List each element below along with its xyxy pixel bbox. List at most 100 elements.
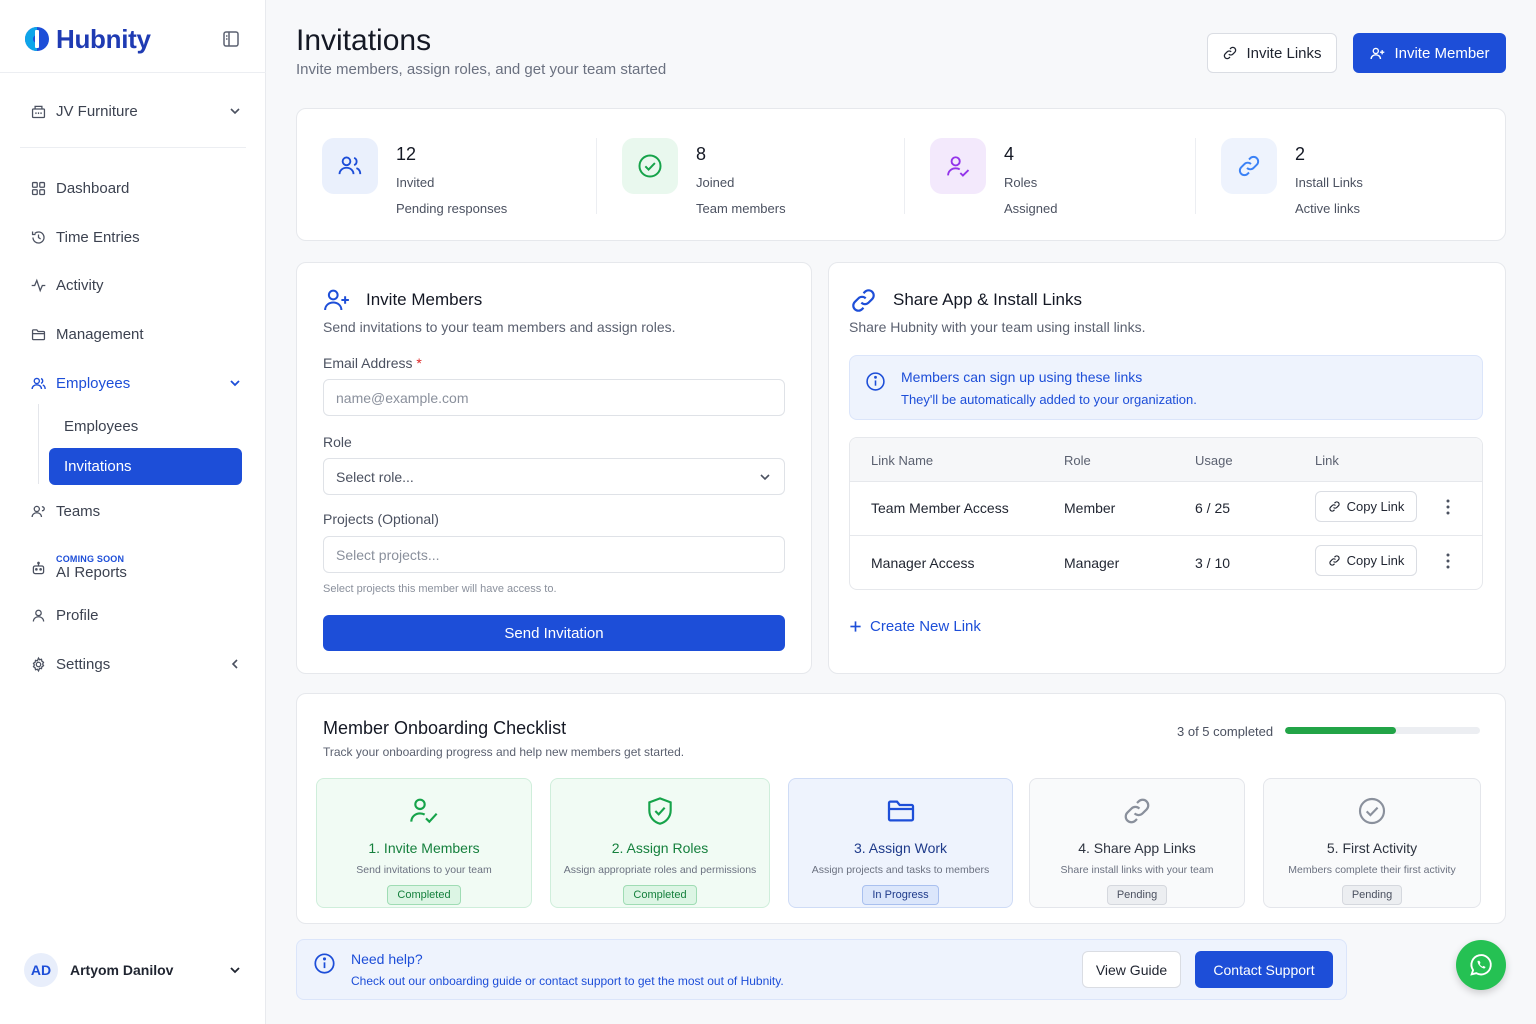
nav-label: Activity xyxy=(56,276,104,294)
step-description: Share install links with your team xyxy=(1060,864,1214,876)
column-header: Link Name xyxy=(871,453,934,468)
view-guide-button[interactable]: View Guide xyxy=(1082,951,1181,988)
stat-divider xyxy=(1195,138,1196,214)
nav-settings[interactable]: Settings xyxy=(30,649,242,679)
invite-members-subtitle: Send invitations to your team members an… xyxy=(323,319,676,335)
column-header: Link xyxy=(1315,453,1339,468)
more-vertical-icon[interactable] xyxy=(1440,551,1456,571)
copy-link-label: Copy Link xyxy=(1346,553,1405,568)
nav-label: Settings xyxy=(56,655,111,673)
send-invitation-button[interactable]: Send Invitation xyxy=(323,615,785,651)
projects-placeholder: Select projects... xyxy=(336,546,440,563)
grid-icon xyxy=(31,181,46,195)
workspace-switcher[interactable]: JV Furniture xyxy=(30,96,242,126)
stat-invited: 12 Invited Pending responses xyxy=(322,138,507,218)
chevron-down-icon xyxy=(230,108,240,115)
help-banner: Need help? Check out our onboarding guid… xyxy=(296,939,1347,1000)
copy-link-button[interactable]: Copy Link xyxy=(1315,491,1417,522)
checklist-step[interactable]: 3. Assign Work Assign projects and tasks… xyxy=(788,778,1013,908)
more-vertical-icon[interactable] xyxy=(1440,497,1456,517)
page-title: Invitations xyxy=(296,24,432,57)
stat-roles: 4 Roles Assigned xyxy=(930,138,1057,218)
invite-member-button[interactable]: Invite Member xyxy=(1353,33,1506,73)
copy-link-button[interactable]: Copy Link xyxy=(1315,545,1417,576)
checklist-step[interactable]: 5. First Activity Members complete their… xyxy=(1263,778,1481,908)
create-new-link-label: Create New Link xyxy=(870,618,981,635)
robot-icon xyxy=(32,561,45,574)
collapse-sidebar-button[interactable] xyxy=(221,29,241,49)
team-icon xyxy=(31,505,45,517)
subnav-employees[interactable]: Employees xyxy=(49,408,242,445)
checklist-subtitle: Track your onboarding progress and help … xyxy=(323,745,685,759)
role-select[interactable]: Select role... xyxy=(323,458,785,495)
chevron-down-icon xyxy=(230,967,240,974)
whatsapp-chat-button[interactable] xyxy=(1456,940,1506,990)
subnav-label: Employees xyxy=(64,418,139,435)
nav-profile[interactable]: Profile xyxy=(30,600,242,630)
status-badge: In Progress xyxy=(862,885,939,905)
brand[interactable]: Hubnity xyxy=(24,22,151,56)
invite-links-button[interactable]: Invite Links xyxy=(1207,33,1337,73)
nav-label: Teams xyxy=(56,502,101,520)
stat-icon-bg xyxy=(930,138,986,194)
link-name-cell: Manager Access xyxy=(871,555,975,571)
install-links-table: Link Name Role Usage Link Team Member Ac… xyxy=(849,437,1483,590)
nav-ai-reports[interactable]: COMING SOON AI Reports xyxy=(30,552,242,584)
table-header: Link Name Role Usage Link xyxy=(850,438,1482,482)
subnav-invitations[interactable]: Invitations xyxy=(49,448,242,485)
nav-time-entries[interactable]: Time Entries xyxy=(30,222,242,252)
status-badge: Completed xyxy=(387,885,461,905)
required-marker: * xyxy=(416,355,422,371)
chevron-left-icon xyxy=(231,659,238,669)
role-placeholder: Select role... xyxy=(336,468,414,485)
page-subtitle: Invite members, assign roles, and get yo… xyxy=(296,61,667,78)
link-name-cell: Team Member Access xyxy=(871,500,1009,516)
step-title: 2. Assign Roles xyxy=(611,840,709,856)
subnav-label: Invitations xyxy=(64,458,132,475)
user-name: Artyom Danilov xyxy=(70,962,174,978)
nav-dashboard[interactable]: Dashboard xyxy=(30,173,242,203)
nav-management[interactable]: Management xyxy=(30,319,242,349)
help-title: Need help? xyxy=(351,951,423,967)
nav-teams[interactable]: Teams xyxy=(30,496,242,526)
stat-sub: Assigned xyxy=(1004,201,1058,216)
email-field[interactable]: name@example.com xyxy=(323,379,785,416)
link-icon xyxy=(1329,555,1340,566)
nav-label: Employees xyxy=(56,374,131,392)
nav-label: Profile xyxy=(56,606,99,624)
history-icon xyxy=(31,230,45,244)
progress-bar xyxy=(1285,727,1480,734)
stat-value: 8 xyxy=(696,144,707,164)
column-header: Role xyxy=(1064,453,1091,468)
contact-support-button[interactable]: Contact Support xyxy=(1195,951,1333,988)
status-badge: Pending xyxy=(1341,885,1403,905)
stat-icon-bg xyxy=(1221,138,1277,194)
building-icon xyxy=(31,105,46,118)
projects-label: Projects (Optional) xyxy=(323,511,439,527)
user-icon xyxy=(32,609,45,622)
check-circle-icon xyxy=(638,154,662,178)
sidebar-divider xyxy=(0,72,266,73)
create-new-link-button[interactable]: Create New Link xyxy=(849,618,981,635)
whatsapp-icon xyxy=(1470,954,1492,976)
hubnity-logo-icon xyxy=(25,27,49,51)
stat-install-links: 2 Install Links Active links xyxy=(1221,138,1363,218)
user-menu[interactable]: AD Artyom Danilov xyxy=(24,953,242,987)
contact-support-label: Contact Support xyxy=(1213,961,1315,978)
nav-employees[interactable]: Employees xyxy=(30,368,242,398)
sidebar: Hubnity JV Furniture Dashboard Time Entr… xyxy=(0,0,266,1024)
nav-activity[interactable]: Activity xyxy=(30,270,242,300)
user-check-icon xyxy=(947,156,970,177)
checklist-step[interactable]: 2. Assign Roles Assign appropriate roles… xyxy=(550,778,770,908)
email-placeholder: name@example.com xyxy=(336,389,469,406)
submenu-guide-line xyxy=(38,404,39,484)
invite-members-title: Invite Members xyxy=(366,290,483,309)
stat-value: 12 xyxy=(396,144,417,164)
usage-cell: 3 / 10 xyxy=(1195,555,1231,571)
checklist-step[interactable]: 4. Share App Links Share install links w… xyxy=(1029,778,1245,908)
user-plus-icon xyxy=(324,289,349,311)
email-label-text: Email Address xyxy=(323,355,413,371)
email-label: Email Address * xyxy=(323,355,422,371)
checklist-step[interactable]: 1. Invite Members Send invitations to yo… xyxy=(316,778,532,908)
projects-select[interactable]: Select projects... xyxy=(323,536,785,573)
